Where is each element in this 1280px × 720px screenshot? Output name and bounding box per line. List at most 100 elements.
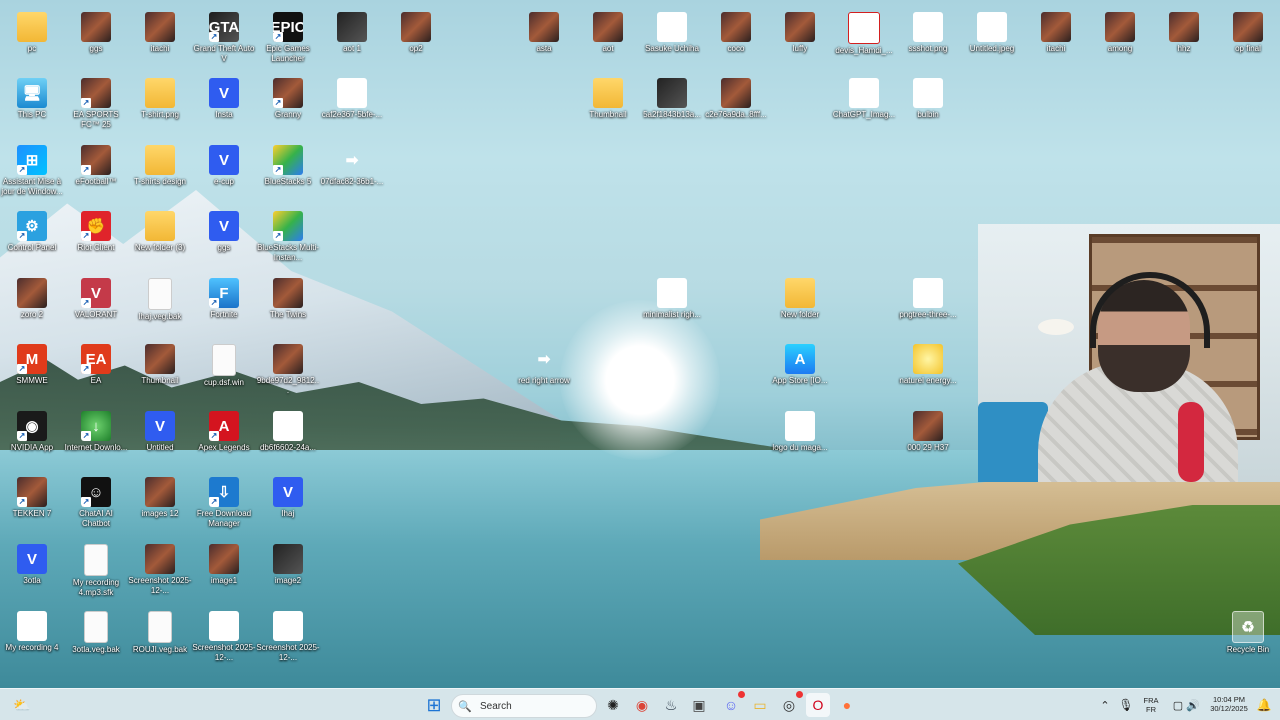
desktop-icon[interactable]: Granny bbox=[255, 74, 321, 140]
desktop-icon[interactable]: New folder bbox=[767, 274, 833, 340]
desktop-icon[interactable]: ChatGPT_Imag... bbox=[831, 74, 897, 140]
desktop-icon[interactable]: pngtree-three-... bbox=[895, 274, 961, 340]
desktop-icon[interactable]: The Twins bbox=[255, 274, 321, 340]
desktop-icon[interactable]: V VALORANT bbox=[63, 274, 129, 340]
firefox-taskbar-icon[interactable]: ● bbox=[835, 693, 859, 717]
desktop-icon[interactable]: lhaj.veg.bak bbox=[127, 274, 193, 340]
desktop-icon[interactable]: EPIC Epic Games Launcher bbox=[255, 8, 321, 74]
file-explorer-taskbar-icon[interactable]: ▭ bbox=[748, 693, 772, 717]
desktop-icon[interactable]: hhz bbox=[1151, 8, 1217, 74]
desktop-icon[interactable]: ↓ Internet Downlo... bbox=[63, 407, 129, 473]
desktop-icon[interactable]: eFootball™ bbox=[63, 141, 129, 207]
desktop-icon[interactable]: V Insta bbox=[191, 74, 257, 140]
desktop-icon[interactable]: ● Untitled.jpeg bbox=[959, 8, 1025, 74]
desktop-icon[interactable]: ✊ Riot Client bbox=[63, 207, 129, 273]
desktop-icon[interactable]: Screenshot 2025-12-... bbox=[127, 540, 193, 606]
app-taskbar-icon[interactable]: ▣ bbox=[687, 693, 711, 717]
desktop-icon[interactable]: cup.dsf.win bbox=[191, 340, 257, 406]
desktop-icon[interactable]: Thumbnail bbox=[127, 340, 193, 406]
desktop-icon[interactable]: c2e76a9da..8fff... bbox=[703, 74, 769, 140]
opera-taskbar-icon[interactable]: O bbox=[806, 693, 830, 717]
desktop-icon[interactable]: Vggs bbox=[191, 207, 257, 273]
desktop-icon[interactable]: ▶ logo du maga... bbox=[767, 407, 833, 473]
desktop-icon[interactable]: EA EA bbox=[63, 340, 129, 406]
desktop-icon-label: EA SPORTS FC™ 25 bbox=[73, 110, 119, 129]
desktop-icon[interactable]: ↗ caf2e367-5bfe-... bbox=[319, 74, 385, 140]
desktop-icon[interactable]: BlueStacks Multi-Instan... bbox=[255, 207, 321, 273]
desktop-icon[interactable]: New folder (3) bbox=[127, 207, 193, 273]
desktop-icon[interactable]: PDF devis_Hamdi_... bbox=[831, 8, 897, 74]
chatgpt-taskbar-icon[interactable]: ✺ bbox=[601, 693, 625, 717]
desktop-icon[interactable]: ⚙ Control Panel bbox=[0, 207, 65, 273]
discord-taskbar-icon[interactable]: ☺ bbox=[719, 691, 745, 717]
desktop-icon[interactable]: 000 29 H37 bbox=[895, 407, 961, 473]
notification-bell-icon[interactable]: 🔔 bbox=[1252, 693, 1276, 717]
desktop-icon[interactable]: aot 1 bbox=[319, 8, 385, 74]
start-button[interactable]: ⊞ bbox=[422, 693, 446, 717]
desktop-icon[interactable]: ↗ minimalist righ... bbox=[639, 274, 705, 340]
desktop-icon[interactable]: Vlhaj bbox=[255, 473, 321, 539]
chrome-taskbar-icon[interactable]: ◉ bbox=[630, 693, 654, 717]
desktop-icon[interactable]: ⊞ Assistant Mise à jour de Window... bbox=[0, 141, 65, 207]
desktop-icon[interactable]: ggs bbox=[63, 8, 129, 74]
desktop-icon[interactable]: ◉ NVIDIA App bbox=[0, 407, 65, 473]
desktop-icon[interactable]: My recording 4.mp3.sfk bbox=[63, 540, 129, 606]
steam-taskbar-icon[interactable]: ♨ bbox=[659, 693, 683, 717]
desktop-icon[interactable]: coco bbox=[703, 8, 769, 74]
desktop-icon[interactable]: GTA Grand Theft Auto V bbox=[191, 8, 257, 74]
desktop-icon[interactable]: 5a2f1843b13a... bbox=[639, 74, 705, 140]
desktop-icon[interactable]: Thumbnail bbox=[575, 74, 641, 140]
desktop-icon[interactable]: op2 bbox=[383, 8, 449, 74]
desktop-icon[interactable]: A Apex Legends bbox=[191, 407, 257, 473]
desktop-icon[interactable]: ROUJI.veg.bak bbox=[127, 607, 193, 673]
desktop-icon[interactable]: zoro 2 bbox=[0, 274, 65, 340]
desktop-icon[interactable]: V 3otla bbox=[0, 540, 65, 606]
microphone-icon[interactable]: 🎙 bbox=[1114, 693, 1138, 717]
desktop-icon[interactable]: Ve-cup bbox=[191, 141, 257, 207]
desktop-icon[interactable]: T-shirt.png bbox=[127, 74, 193, 140]
desktop-icon[interactable]: A App Store [IO... bbox=[767, 340, 833, 406]
desktop-icon[interactable]: asta bbox=[511, 8, 577, 74]
desktop-icon[interactable]: itachi bbox=[1023, 8, 1089, 74]
desktop-icon[interactable]: 3otla.veg.bak bbox=[63, 607, 129, 673]
desktop-icon[interactable]: ➡ 07dfac82-36b1-... bbox=[319, 141, 385, 207]
desktop-icon[interactable]: ↗ Screenshot 2025-12-... bbox=[255, 607, 321, 673]
desktop-icon-label: coco bbox=[727, 44, 745, 53]
volume-icon[interactable]: 🔊 bbox=[1181, 693, 1205, 717]
desktop-icon[interactable]: image1 bbox=[191, 540, 257, 606]
desktop-icon[interactable]: luffy bbox=[767, 8, 833, 74]
desktop-icon[interactable]: ♻ Recycle Bin bbox=[1215, 607, 1280, 673]
desktop-icon[interactable]: BlueStacks 5 bbox=[255, 141, 321, 207]
desktop-icon[interactable]: TEKKEN 7 bbox=[0, 473, 65, 539]
desktop-icon[interactable]: MP3 My recording 4 bbox=[0, 607, 65, 673]
desktop-icon[interactable]: ⇩ Free Download Manager bbox=[191, 473, 257, 539]
image-thumbnail-icon bbox=[273, 344, 303, 374]
screen-recorder-taskbar-icon[interactable]: ◎ bbox=[777, 691, 803, 717]
desktop-icon[interactable]: V Untitled bbox=[127, 407, 193, 473]
desktop-icon[interactable]: bulbin bbox=[895, 74, 961, 140]
desktop-icon[interactable]: M SMMWE bbox=[0, 340, 65, 406]
desktop-icon[interactable]: itachi bbox=[127, 8, 193, 74]
desktop-icon[interactable]: F Fortnite bbox=[191, 274, 257, 340]
language-indicator[interactable]: FRA FR bbox=[1138, 696, 1164, 714]
desktop-icon[interactable]: ➡ red right arrow bbox=[511, 340, 577, 406]
desktop-icon[interactable]: among bbox=[1087, 8, 1153, 74]
desktop-icon[interactable]: naturel energy... bbox=[895, 340, 961, 406]
desktop-icon[interactable]: ▶ db6f6602-24a... bbox=[255, 407, 321, 473]
desktop-icon[interactable]: aot bbox=[575, 8, 641, 74]
desktop-icon[interactable]: image2 bbox=[255, 540, 321, 606]
desktop-icon[interactable]: T-shirts design bbox=[127, 141, 193, 207]
desktop-icon[interactable]: ☺ ChatAI AI Chatbot bbox=[63, 473, 129, 539]
desktop-icon[interactable]: pc bbox=[0, 8, 65, 74]
weather-widget-icon[interactable]: ⛅ bbox=[10, 693, 34, 717]
desktop-icon[interactable]: Sasuke Uchiha bbox=[639, 8, 705, 74]
desktop-icon[interactable]: images 12 bbox=[127, 473, 193, 539]
taskbar-search-box[interactable]: 🔍 Search bbox=[451, 694, 597, 718]
desktop-icon[interactable]: op final bbox=[1215, 8, 1280, 74]
desktop-icon[interactable]: 9bde97d2_9812... bbox=[255, 340, 321, 406]
desktop-icon[interactable]: ▶ Screenshot 2025-12-... bbox=[191, 607, 257, 673]
desktop-icon[interactable]: ● ssshot.png bbox=[895, 8, 961, 74]
desktop-icon[interactable]: EA SPORTS FC™ 25 bbox=[63, 74, 129, 140]
desktop-icon[interactable]: 🖥 This PC bbox=[0, 74, 65, 140]
clock[interactable]: 10:04 PM 30/12/2025 bbox=[1206, 695, 1252, 713]
